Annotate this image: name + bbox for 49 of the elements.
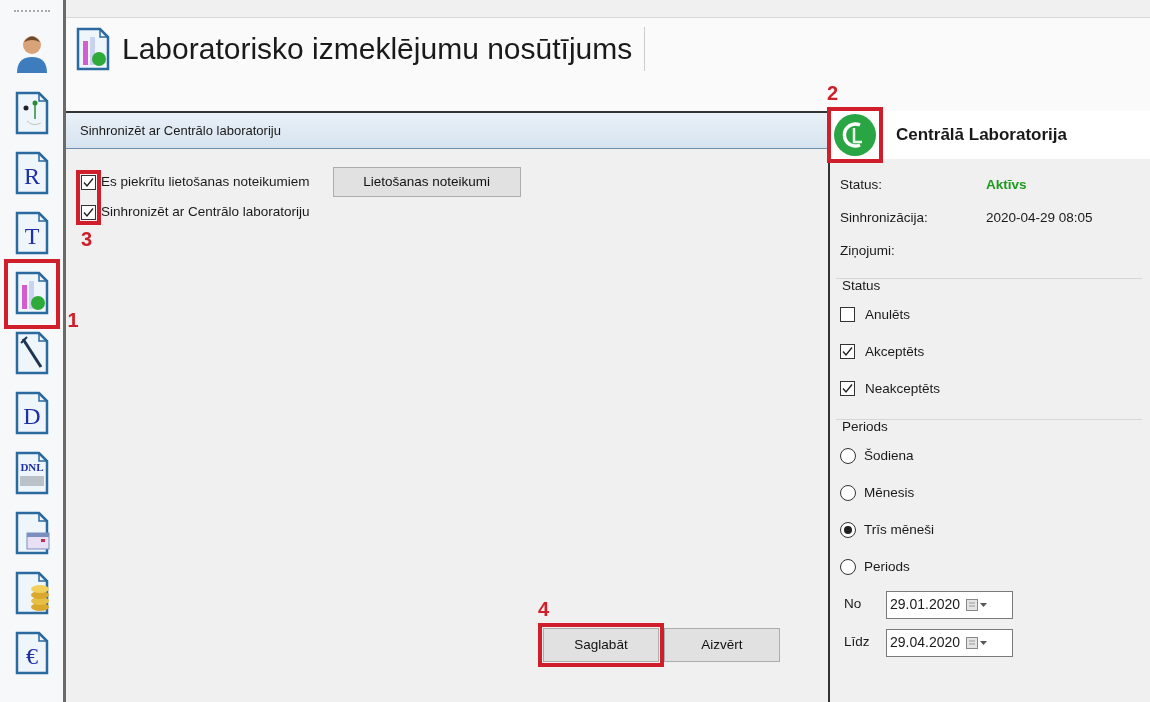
field-value: 2020-04-29 08:05 — [986, 209, 1093, 228]
annotation-number: 4 — [538, 599, 550, 619]
checkbox[interactable] — [840, 381, 855, 397]
window-title: Laboratorisko izmeklējumu nosūtījums — [122, 27, 646, 71]
field-label: Ziņojumi: — [840, 242, 896, 261]
date-field[interactable]: 29.01.2020 — [886, 590, 1013, 619]
group-legend: Status — [840, 276, 1142, 297]
sidebar-button[interactable]: DNL — [8, 444, 55, 504]
highlight-frame — [76, 169, 101, 225]
save-button[interactable]: Saglabāt — [543, 628, 659, 662]
annotation-number: 3 — [81, 228, 93, 249]
sidebar-button[interactable]: € — [8, 624, 55, 684]
terms-button[interactable]: Lietošanas noteikumi — [332, 167, 521, 197]
radio-label: Mēnesis — [864, 483, 915, 502]
annotation-number: 1 — [67, 310, 79, 330]
lab-document-icon — [74, 27, 112, 73]
panel-title: Centrālā Laboratorija — [896, 124, 1067, 147]
field-label: No — [843, 595, 863, 614]
field-label: Līdz — [843, 633, 871, 652]
radio-button[interactable] — [840, 485, 856, 501]
radio-button[interactable] — [840, 448, 856, 464]
highlight-frame — [3, 259, 60, 329]
close-button[interactable]: Aizvērt — [664, 628, 780, 662]
checkbox-label: Sinhronizēt ar Centrālo laboratoriju — [101, 202, 310, 221]
sidebar-button[interactable]: D — [8, 384, 55, 444]
radio-label: Periods — [864, 557, 910, 576]
checkbox[interactable] — [840, 307, 855, 323]
sidebar-button[interactable]: R — [8, 144, 55, 204]
checkbox[interactable] — [81, 174, 96, 190]
radio-label: Trīs mēneši — [864, 520, 934, 539]
checkbox-label: Neakceptēts — [865, 379, 941, 398]
radio-label: Šodiena — [864, 446, 914, 465]
annotation-number: 2 — [827, 83, 839, 103]
checkbox[interactable] — [81, 204, 96, 220]
checkbox[interactable] — [840, 344, 855, 360]
section-header: Sinhronizēt ar Centrālo laboratoriju — [66, 113, 828, 149]
checkbox-label: Es piekrītu lietošanas noteikumiem — [101, 172, 310, 191]
radio-button[interactable] — [840, 522, 856, 538]
checkbox-label: Akceptēts — [865, 342, 925, 361]
group-legend: Periods — [840, 417, 1142, 438]
status-value: Aktīvs — [986, 176, 1027, 195]
field-label: Status: — [840, 176, 884, 195]
date-field[interactable]: 29.04.2020 — [886, 628, 1013, 657]
calendar-dropdown-icon — [966, 636, 989, 649]
sidebar-button[interactable]: T — [8, 204, 55, 264]
checkbox-label: Anulēts — [865, 305, 911, 324]
calendar-dropdown-icon — [966, 598, 989, 611]
radio-button[interactable] — [840, 559, 856, 575]
field-label: Sinhronizācija: — [840, 209, 929, 228]
